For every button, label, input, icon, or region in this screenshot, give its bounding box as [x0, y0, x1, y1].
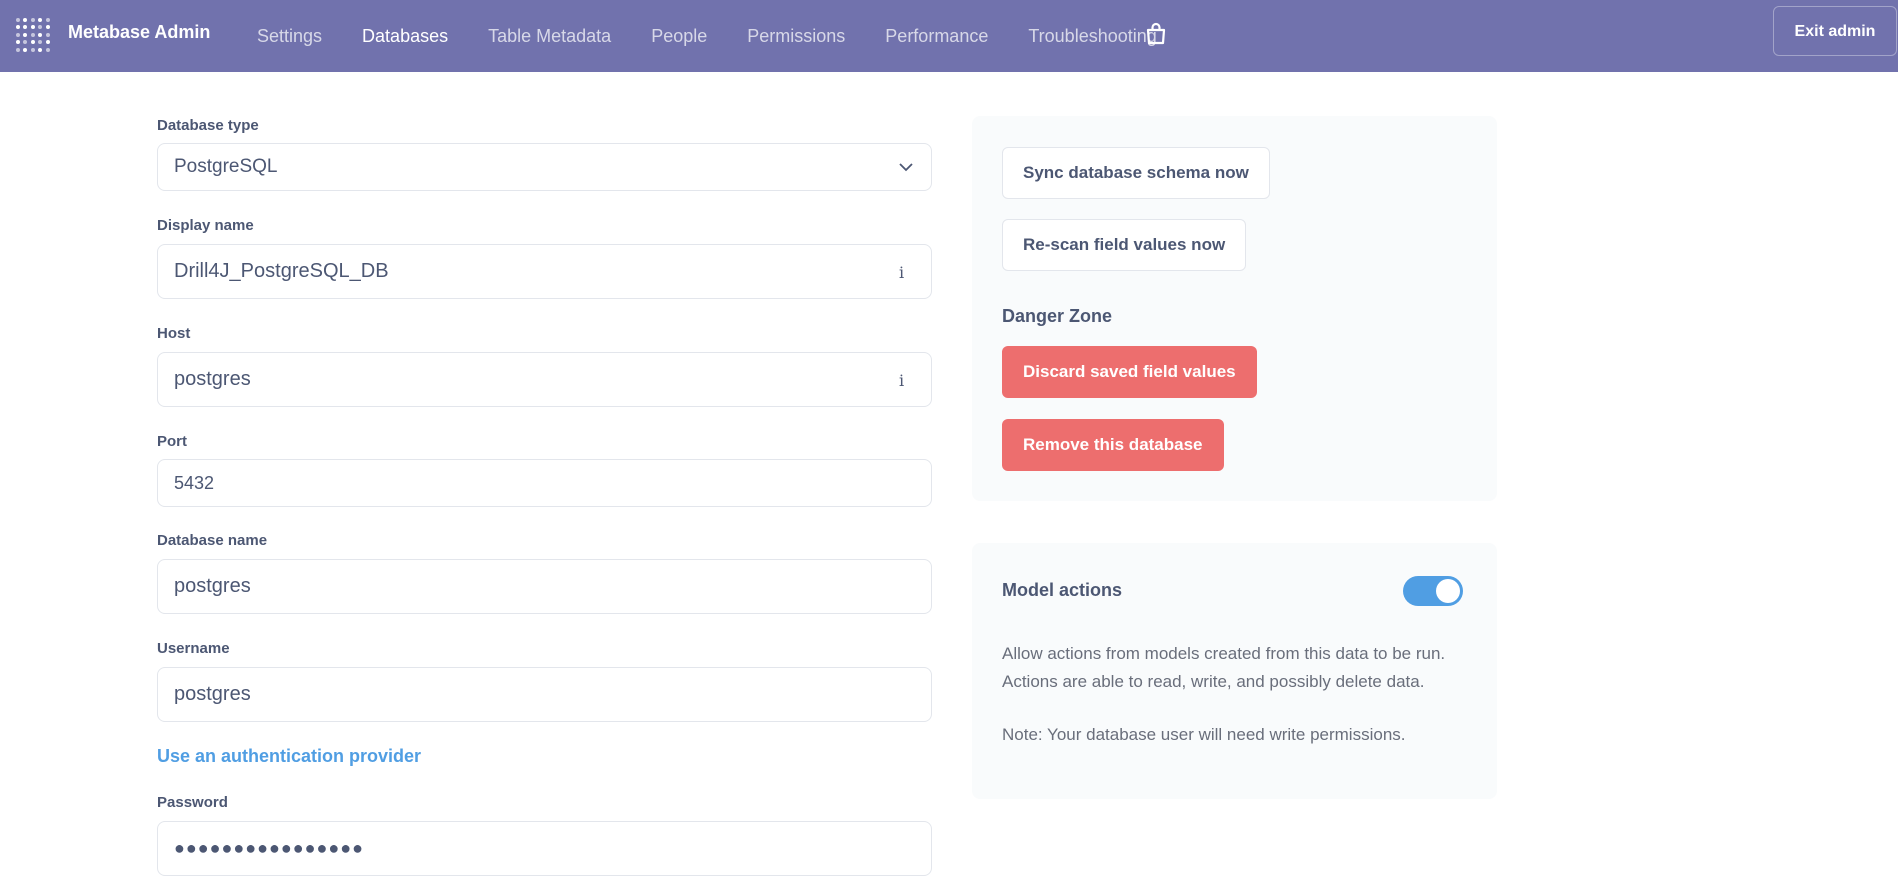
chevron-down-icon [899, 163, 913, 172]
nav-link-databases[interactable]: Databases [362, 26, 448, 47]
remove-database-button[interactable]: Remove this database [1002, 419, 1224, 471]
use-auth-provider-link[interactable]: Use an authentication provider [157, 746, 421, 767]
database-name-input[interactable]: postgres [157, 559, 932, 614]
password-label: Password [157, 794, 228, 811]
info-icon[interactable]: i [899, 263, 909, 282]
port-input[interactable]: 5432 [157, 459, 932, 507]
toggle-knob [1436, 579, 1460, 603]
info-icon[interactable]: i [899, 371, 909, 390]
model-actions-note: Note: Your database user will need write… [1002, 725, 1406, 744]
discard-field-values-button[interactable]: Discard saved field values [1002, 346, 1257, 398]
model-actions-description: Allow actions from models created from t… [1002, 644, 1446, 691]
password-value: ●●●●●●●●●●●●●●●● [174, 838, 364, 858]
display-name-value: Drill4J_PostgreSQL_DB [174, 260, 389, 282]
username-input[interactable]: postgres [157, 667, 932, 722]
exit-admin-button[interactable]: Exit admin [1773, 6, 1897, 56]
model-actions-title: Model actions [1002, 580, 1123, 600]
shopping-bag-icon[interactable] [1145, 22, 1167, 46]
nav-link-people[interactable]: People [651, 26, 707, 47]
model-actions-toggle[interactable] [1403, 576, 1463, 606]
nav-link-performance[interactable]: Performance [885, 26, 988, 47]
nav-link-table-metadata[interactable]: Table Metadata [488, 26, 611, 47]
database-type-value: PostgreSQL [174, 156, 278, 177]
port-label: Port [157, 433, 187, 450]
port-value: 5432 [174, 472, 215, 493]
nav-link-permissions[interactable]: Permissions [747, 26, 845, 47]
admin-nav-links: Settings Databases Table Metadata People… [257, 0, 1157, 72]
password-input[interactable]: ●●●●●●●●●●●●●●●● [157, 821, 932, 876]
database-name-label: Database name [157, 532, 268, 549]
rescan-field-values-button[interactable]: Re-scan field values now [1002, 219, 1247, 271]
host-input[interactable]: postgres i [157, 352, 932, 407]
sync-schema-button[interactable]: Sync database schema now [1002, 147, 1270, 199]
brand-title: Metabase Admin [68, 22, 211, 42]
database-name-value: postgres [174, 575, 251, 597]
metabase-logo-icon[interactable] [16, 18, 50, 52]
display-name-label: Display name [157, 217, 254, 234]
username-label: Username [157, 640, 230, 657]
host-label: Host [157, 325, 191, 342]
display-name-input[interactable]: Drill4J_PostgreSQL_DB i [157, 244, 932, 299]
host-value: postgres [174, 368, 251, 390]
username-value: postgres [174, 683, 251, 705]
danger-zone-title: Danger Zone [1002, 306, 1113, 326]
nav-link-troubleshooting[interactable]: Troubleshooting [1028, 26, 1156, 47]
database-type-select[interactable]: PostgreSQL [157, 143, 932, 191]
database-type-label: Database type [157, 117, 259, 134]
nav-link-settings[interactable]: Settings [257, 26, 322, 47]
admin-top-nav: Metabase Admin Settings Databases Table … [0, 0, 1898, 72]
